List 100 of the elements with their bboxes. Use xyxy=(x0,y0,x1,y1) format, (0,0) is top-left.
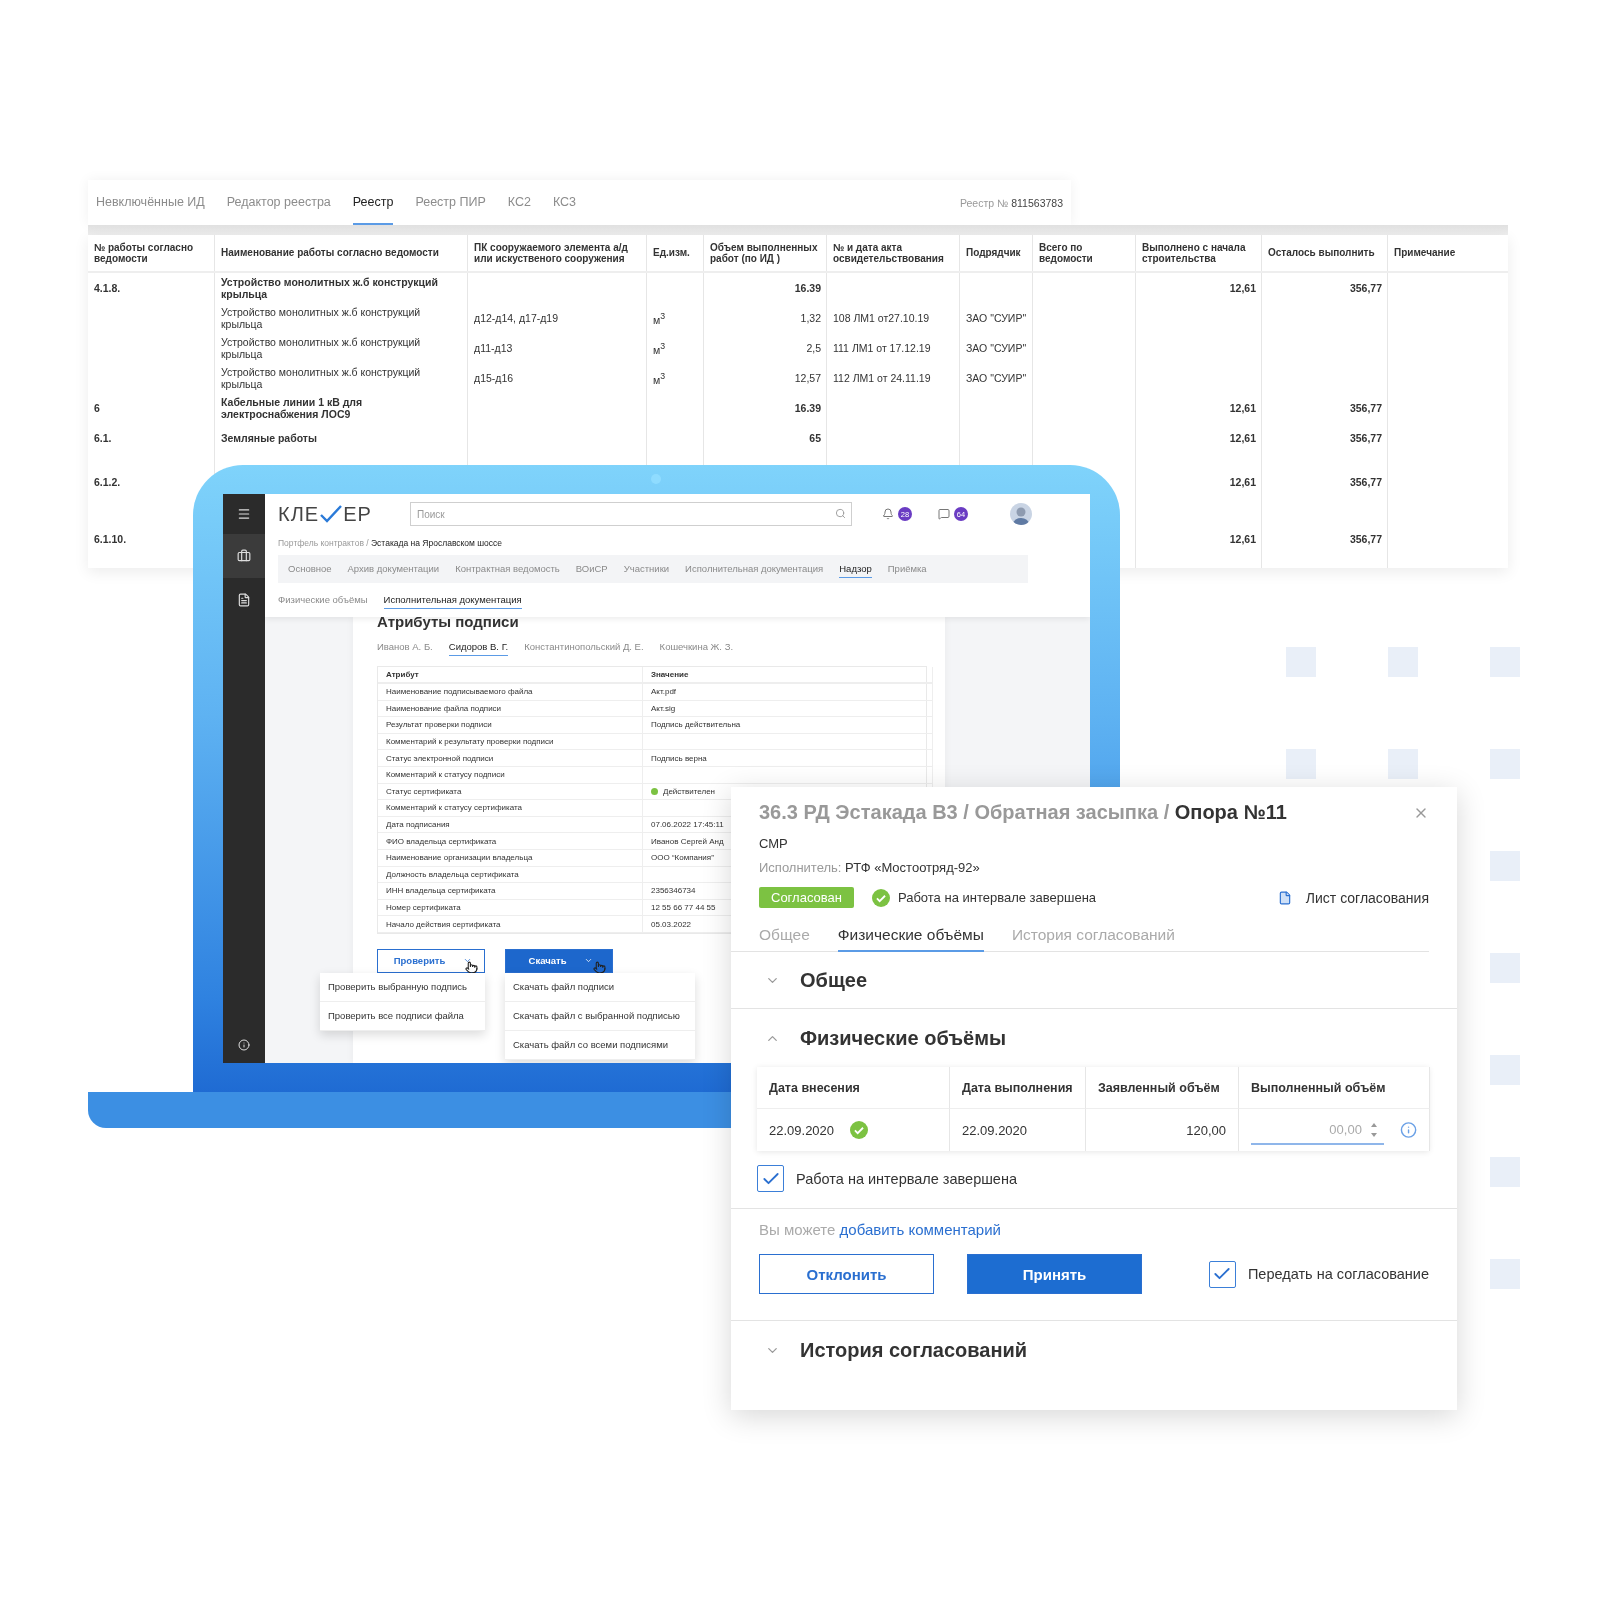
signer-tab[interactable]: Иванов А. Б. xyxy=(377,638,433,656)
table-cell-text: 12,61 xyxy=(1228,474,1257,490)
table-cell-text: 2,5 xyxy=(805,340,822,356)
check-button[interactable]: Проверить xyxy=(377,948,485,973)
section-tab[interactable]: Приёмка xyxy=(887,560,927,578)
table-cell-text: 12,61 xyxy=(1228,400,1257,416)
column-header: Дата внесения xyxy=(757,1067,950,1109)
search-field[interactable]: Поиск xyxy=(410,502,852,526)
chat-icon[interactable] xyxy=(938,508,950,520)
logo: КЛЕ ЕР xyxy=(278,502,373,526)
card-title: Атрибуты подписи xyxy=(377,613,520,630)
avatar[interactable] xyxy=(1010,503,1032,525)
checkbox[interactable] xyxy=(1208,1260,1236,1288)
signer-tab[interactable]: Константинопольский Д. Е. xyxy=(524,638,644,656)
table-cell-text: 356,77 xyxy=(1348,532,1383,548)
spinner-icon[interactable] xyxy=(1369,1121,1378,1139)
document-icon[interactable] xyxy=(237,593,251,607)
table-cell-text: Устройство монолитных ж.б конструкций крыльца xyxy=(220,334,422,362)
table-cell-text: д11-д13 xyxy=(473,340,514,356)
section-title[interactable]: Общее xyxy=(800,968,868,992)
table-cell-text: Устройство монолитных ж.б конструкций крыльца xyxy=(220,364,422,392)
accept-button[interactable]: Принять xyxy=(967,1254,1142,1294)
decor-square xyxy=(1388,749,1418,779)
table-cell-text: 4.1.8. xyxy=(93,280,122,296)
section-tab[interactable]: Исполнительная документация xyxy=(685,560,824,578)
table-cell-text: м$^{3}$ xyxy=(652,339,667,358)
signer-tab[interactable]: Кошечкина Ж. З. xyxy=(659,638,734,656)
section-title[interactable]: История согласований xyxy=(800,1338,1028,1362)
menu-item[interactable]: Проверить все подписи файла xyxy=(320,1001,485,1031)
table-cell-text: Устройство монолитных ж.б конструкций крыльца xyxy=(220,304,422,332)
document-icon xyxy=(1277,890,1292,905)
table-cell-text: 1,32 xyxy=(799,310,822,326)
checkbox[interactable] xyxy=(757,1165,784,1192)
table-cell-text: д15-д16 xyxy=(473,370,515,386)
section-tab[interactable]: Контрактная ведомость xyxy=(455,560,560,578)
reject-button[interactable]: Отклонить xyxy=(759,1254,934,1294)
table-cell-text: 356,77 xyxy=(1348,280,1383,296)
menu-item[interactable]: Скачать файл подписи xyxy=(505,972,695,1002)
menu-item[interactable]: Скачать файл с выбранной подписью xyxy=(505,1001,695,1031)
menu-item[interactable]: Скачать файл со всеми подписями xyxy=(505,1030,695,1060)
menu-item[interactable]: Проверить выбранную подпись xyxy=(320,972,485,1002)
table-cell: 120,00 xyxy=(1086,1109,1239,1151)
registry-tab[interactable]: КС3 xyxy=(552,180,577,225)
table-cell-text: ЗАО "СУИР" xyxy=(965,310,1028,326)
briefcase-icon[interactable] xyxy=(237,549,251,563)
table-cell-text: м$^{3}$ xyxy=(652,369,667,388)
table-cell-text: 12,61 xyxy=(1228,532,1257,548)
section-title[interactable]: Физические объёмы xyxy=(800,1026,1007,1050)
comment-prompt: Вы можете добавить комментарий xyxy=(758,1221,1002,1238)
column-header: Осталось выполнить xyxy=(1262,235,1388,273)
checkbox-label: Передать на согласование xyxy=(1247,1266,1429,1282)
registry-tab[interactable]: КС2 xyxy=(507,180,531,225)
breadcrumb-link[interactable]: Портфель контрактов / xyxy=(278,538,369,548)
table-cell-text: 6 xyxy=(93,400,101,416)
menu-icon[interactable] xyxy=(237,507,251,521)
section-tab[interactable]: Основное xyxy=(288,560,332,578)
section-tab[interactable]: Надзор xyxy=(839,560,872,578)
table-cell: Должность владельца сертификата xyxy=(378,866,643,884)
section-tab[interactable]: Участники xyxy=(623,560,670,578)
table-cell-text: 6.1.10. xyxy=(93,532,128,548)
column-header: Заявленный объём xyxy=(1086,1067,1239,1109)
section-tab[interactable]: ВОиСР xyxy=(575,560,608,578)
table-cell: Дата подписания xyxy=(378,816,643,834)
table-cell: Подпись верна xyxy=(643,750,933,767)
signer-tab[interactable]: Сидоров В. Г. xyxy=(448,638,509,656)
download-button[interactable]: Скачать xyxy=(505,948,613,973)
table-cell: ИНН владельца сертификата xyxy=(378,883,643,900)
hand-cursor-icon xyxy=(593,960,606,974)
column-header: Атрибут xyxy=(378,667,643,684)
column-header: Ед.изм. xyxy=(647,235,704,273)
table-cell: Номер сертификата xyxy=(378,899,643,917)
column-header: Значение xyxy=(643,667,933,684)
registry-tab[interactable]: Невключённые ИД xyxy=(96,180,205,225)
table-cell-text: 6.1. xyxy=(93,430,113,446)
table-cell-text: 65 xyxy=(808,430,822,446)
dialog-tab[interactable]: Физические объёмы xyxy=(837,922,984,952)
table-cell-text: 111 ЛМ1 от 17.12.19 xyxy=(832,340,932,356)
subsection-tab[interactable]: Исполнительная документация xyxy=(383,591,522,609)
bell-icon[interactable] xyxy=(882,508,894,520)
registry-tab[interactable]: Редактор реестра xyxy=(226,180,331,225)
table-cell-text: 356,77 xyxy=(1348,430,1383,446)
table-cell: Акт.pdf xyxy=(643,684,933,701)
subsection-tab[interactable]: Физические объёмы xyxy=(278,591,368,609)
column-header: Наименование работы согласно ведомости xyxy=(215,235,468,273)
volume-input[interactable]: 00,00 xyxy=(1251,1115,1384,1145)
add-comment-link[interactable]: добавить комментарий xyxy=(839,1221,1001,1238)
table-cell-text: м$^{3}$ xyxy=(652,309,667,328)
table-cell: Наименование организации владельца xyxy=(378,849,643,867)
search-icon[interactable] xyxy=(835,508,846,519)
registry-tab[interactable]: Реестр ПИР xyxy=(415,180,486,225)
column-header: Выполненный объём xyxy=(1239,1067,1430,1109)
approval-sheet-link[interactable]: Лист согласования xyxy=(1277,889,1429,906)
table-cell: Подпись действительна xyxy=(643,717,933,734)
column-header: Выполнено с начала строительства xyxy=(1136,235,1262,273)
table-cell-text: 12,61 xyxy=(1228,430,1257,446)
table-cell-text: 356,77 xyxy=(1348,400,1383,416)
table-cell-text: Устройство монолитных ж.б конструкций крыльца xyxy=(220,274,439,302)
table-cell: Статус электронной подписи xyxy=(378,750,643,767)
section-tab[interactable]: Архив документации xyxy=(347,560,440,578)
checkbox-label: Работа на интервале завершена xyxy=(796,1170,1017,1187)
